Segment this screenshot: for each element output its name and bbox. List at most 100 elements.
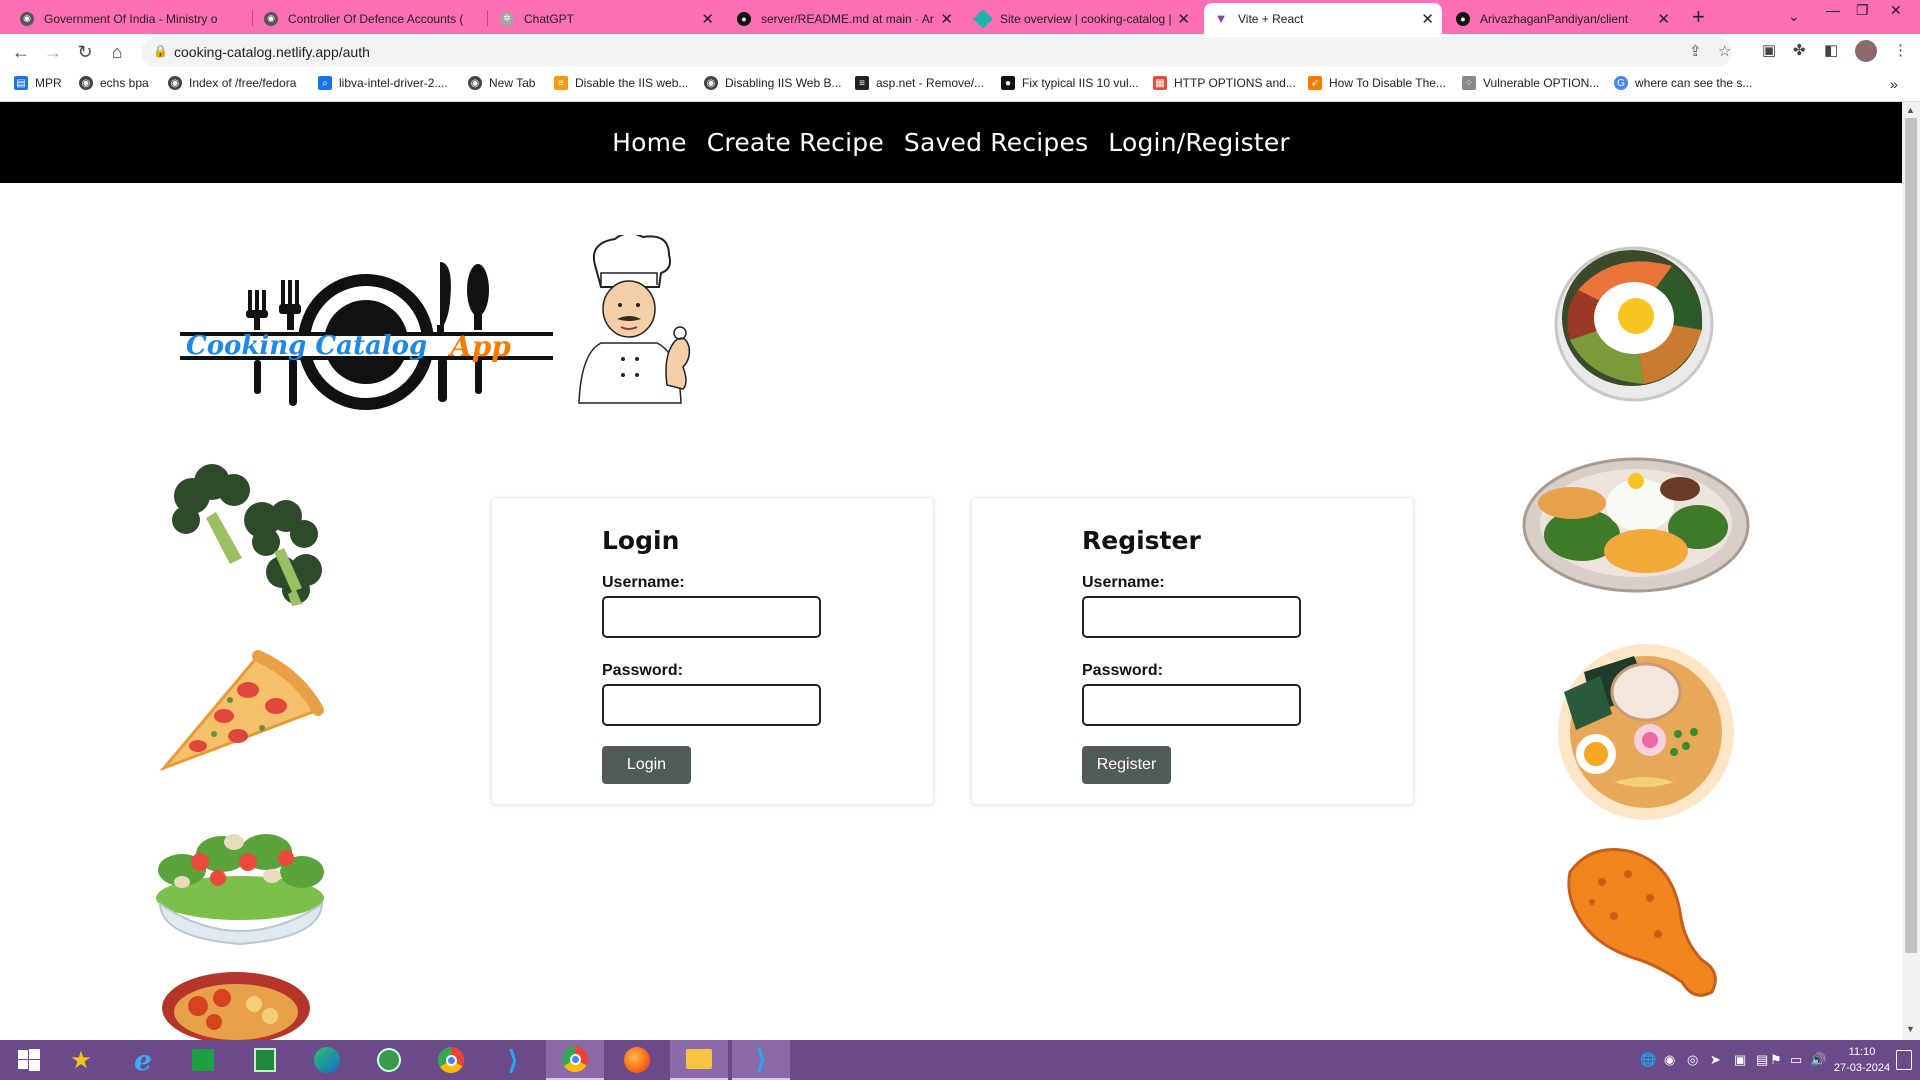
address-bar[interactable]: 🔒 cooking-catalog.netlify.app/auth ⇪ ☆ [141, 37, 1732, 67]
tab-github-client[interactable]: ● ArivazhaganPandiyan/client ✕ [1446, 3, 1678, 34]
page-scrollbar[interactable]: ▲ ▼ [1902, 102, 1920, 1040]
login-button[interactable]: Login [602, 746, 691, 784]
scrollbar-thumb[interactable] [1905, 118, 1917, 953]
tab-search-icon[interactable]: ⌄ [1788, 8, 1800, 25]
home-icon[interactable]: ⌂ [104, 39, 130, 65]
store-icon[interactable] [174, 1040, 232, 1080]
bookmark-icon: ▤ [14, 76, 28, 90]
bookmark-item[interactable]: ≡ Disable the IIS web... [554, 76, 688, 90]
nav-home-link[interactable]: Home [612, 128, 687, 157]
more-bookmarks-icon[interactable]: » [1890, 76, 1898, 92]
flag-icon[interactable]: ⚑ [1770, 1052, 1782, 1068]
globe-icon: ◉ [168, 76, 182, 90]
globe-icon: ◉ [20, 11, 34, 26]
bookmark-item[interactable]: Gwhere can see the s... [1614, 76, 1752, 90]
bookmark-item[interactable]: ◉ New Tab [468, 76, 535, 90]
tab-chatgpt[interactable]: ✲ ChatGPT ✕ [490, 3, 722, 34]
github-icon: ● [737, 11, 751, 26]
extensions-icon[interactable]: ✤ [1793, 41, 1806, 59]
close-tab-icon[interactable]: ✕ [940, 10, 953, 28]
tab-github-readme[interactable]: ● server/README.md at main · Ari ✕ [727, 3, 961, 34]
side-panel-icon[interactable]: ◧ [1824, 41, 1838, 59]
taskbar-clock[interactable]: 11:10 27-03-2024 [1832, 1044, 1892, 1076]
microsoft-icon: ▦ [1153, 76, 1167, 90]
chrome-tray-icon[interactable]: ◉ [1664, 1052, 1675, 1068]
fried-chicken-image [1567, 848, 1717, 997]
nav-saved-recipes-link[interactable]: Saved Recipes [904, 128, 1088, 157]
bookmark-item[interactable]: ▤ MPR [14, 76, 62, 90]
bookmark-star-icon[interactable]: ☆ [1718, 42, 1731, 60]
internet-explorer-icon[interactable]: e [114, 1040, 172, 1080]
close-tab-icon[interactable]: ✕ [1177, 10, 1190, 28]
close-window-button[interactable]: ✕ [1890, 2, 1902, 19]
bookmark-item[interactable]: ⁘ Vulnerable OPTION... [1462, 76, 1599, 90]
windows-taskbar: ★ e ⟩ ⟩ 🌐 ◉ ◎ ➤ ▣ ▤ ⚑ ▭ 🔊 11:10 27-03-20… [0, 1040, 1920, 1080]
scroll-down-arrow-icon[interactable]: ▼ [1906, 1024, 1915, 1034]
register-button[interactable]: Register [1082, 746, 1171, 784]
close-tab-icon[interactable]: ✕ [1657, 10, 1670, 28]
back-icon[interactable]: ← [8, 39, 34, 65]
url-text[interactable]: cooking-catalog.netlify.app/auth [174, 44, 370, 60]
tab-controller-defence-accounts[interactable]: ◉ Controller Of Defence Accounts ( [254, 3, 486, 34]
login-username-input[interactable] [602, 596, 821, 638]
login-password-input[interactable] [602, 684, 821, 726]
tray-app-icon[interactable]: ▣ [1734, 1052, 1746, 1068]
minimize-button[interactable]: — [1826, 2, 1840, 18]
bookmark-item[interactable]: ● Fix typical IIS 10 vul... [1001, 76, 1139, 90]
language-globe-icon[interactable]: 🌐 [1640, 1052, 1656, 1068]
tab-netlify-site-overview[interactable]: Site overview | cooking-catalog | ✕ [966, 3, 1198, 34]
github-icon: ● [1456, 11, 1470, 26]
bookmark-item[interactable]: ⌕ libva-intel-driver-2.... [318, 76, 448, 90]
nav-login-register-link[interactable]: Login/Register [1108, 128, 1290, 157]
register-username-input[interactable] [1082, 596, 1301, 638]
scroll-up-arrow-icon[interactable]: ▲ [1906, 105, 1915, 115]
bookmark-item[interactable]: ▦ HTTP OPTIONS and... [1153, 76, 1296, 90]
reload-icon[interactable]: ↻ [72, 39, 98, 65]
tab-government-of-india[interactable]: ◉ Government Of India - Ministry o [10, 3, 250, 34]
bookmark-item[interactable]: ◉ Disabling IIS Web B... [704, 76, 842, 90]
ramen-bowl-image [1558, 644, 1734, 820]
network-icon[interactable]: ▭ [1790, 1052, 1802, 1068]
new-tab-button[interactable]: + [1692, 4, 1705, 30]
google-icon: G [1614, 76, 1628, 90]
windows-start-icon[interactable] [0, 1040, 58, 1080]
pizza-slice-image [159, 650, 324, 772]
restore-button[interactable]: ❐ [1856, 2, 1869, 19]
bookmark-item[interactable]: ≡ asp.net - Remove/... [855, 76, 984, 90]
globe-icon: ◉ [79, 76, 93, 90]
vscode-active-icon[interactable]: ⟩ [732, 1040, 790, 1080]
calculator-icon[interactable] [236, 1040, 294, 1080]
cast-icon[interactable]: ▣ [1762, 41, 1776, 59]
bookmark-item[interactable]: ➶ How To Disable The... [1308, 76, 1446, 90]
salad-bowl-image [156, 834, 324, 946]
share-icon[interactable]: ⇪ [1689, 42, 1702, 60]
nav-create-recipe-link[interactable]: Create Recipe [707, 128, 884, 157]
bookmark-item[interactable]: ◉ echs bpa [79, 76, 149, 90]
register-password-input[interactable] [1082, 684, 1301, 726]
menu-icon[interactable]: ⋮ [1893, 41, 1908, 59]
edge-icon[interactable] [298, 1040, 356, 1080]
notifications-icon[interactable] [1896, 1050, 1912, 1070]
chrome-active-icon[interactable] [546, 1040, 604, 1080]
forward-icon[interactable]: → [40, 39, 66, 65]
firefox-icon[interactable] [608, 1040, 666, 1080]
close-tab-icon[interactable]: ✕ [1421, 10, 1434, 28]
network-globe-icon[interactable] [360, 1040, 418, 1080]
close-tab-icon[interactable]: ✕ [701, 10, 714, 28]
profile-avatar[interactable] [1855, 40, 1877, 62]
file-explorer-icon[interactable] [670, 1040, 728, 1080]
vite-icon: ▼ [1214, 11, 1228, 26]
chrome-icon[interactable] [422, 1040, 480, 1080]
tray-app-icon[interactable]: ◎ [1687, 1052, 1698, 1068]
telegram-icon[interactable]: ➤ [1710, 1052, 1721, 1068]
register-username-label: Username: [1082, 574, 1165, 591]
logo-text-main: Cooking Catalog [186, 331, 427, 361]
volume-icon[interactable]: 🔊 [1810, 1052, 1826, 1068]
register-password-label: Password: [1082, 662, 1163, 679]
tray-app-icon[interactable]: ▤ [1756, 1052, 1768, 1068]
vscode-icon[interactable]: ⟩ [484, 1040, 542, 1080]
tab-vite-react[interactable]: ▼ Vite + React ✕ [1204, 3, 1442, 34]
star-app-icon[interactable]: ★ [52, 1040, 110, 1080]
bookmarks-bar: ▤ MPR ◉ echs bpa ◉ Index of /free/fedora ⌕ l… [0, 70, 1920, 102]
bookmark-item[interactable]: ◉ Index of /free/fedora [168, 76, 296, 90]
